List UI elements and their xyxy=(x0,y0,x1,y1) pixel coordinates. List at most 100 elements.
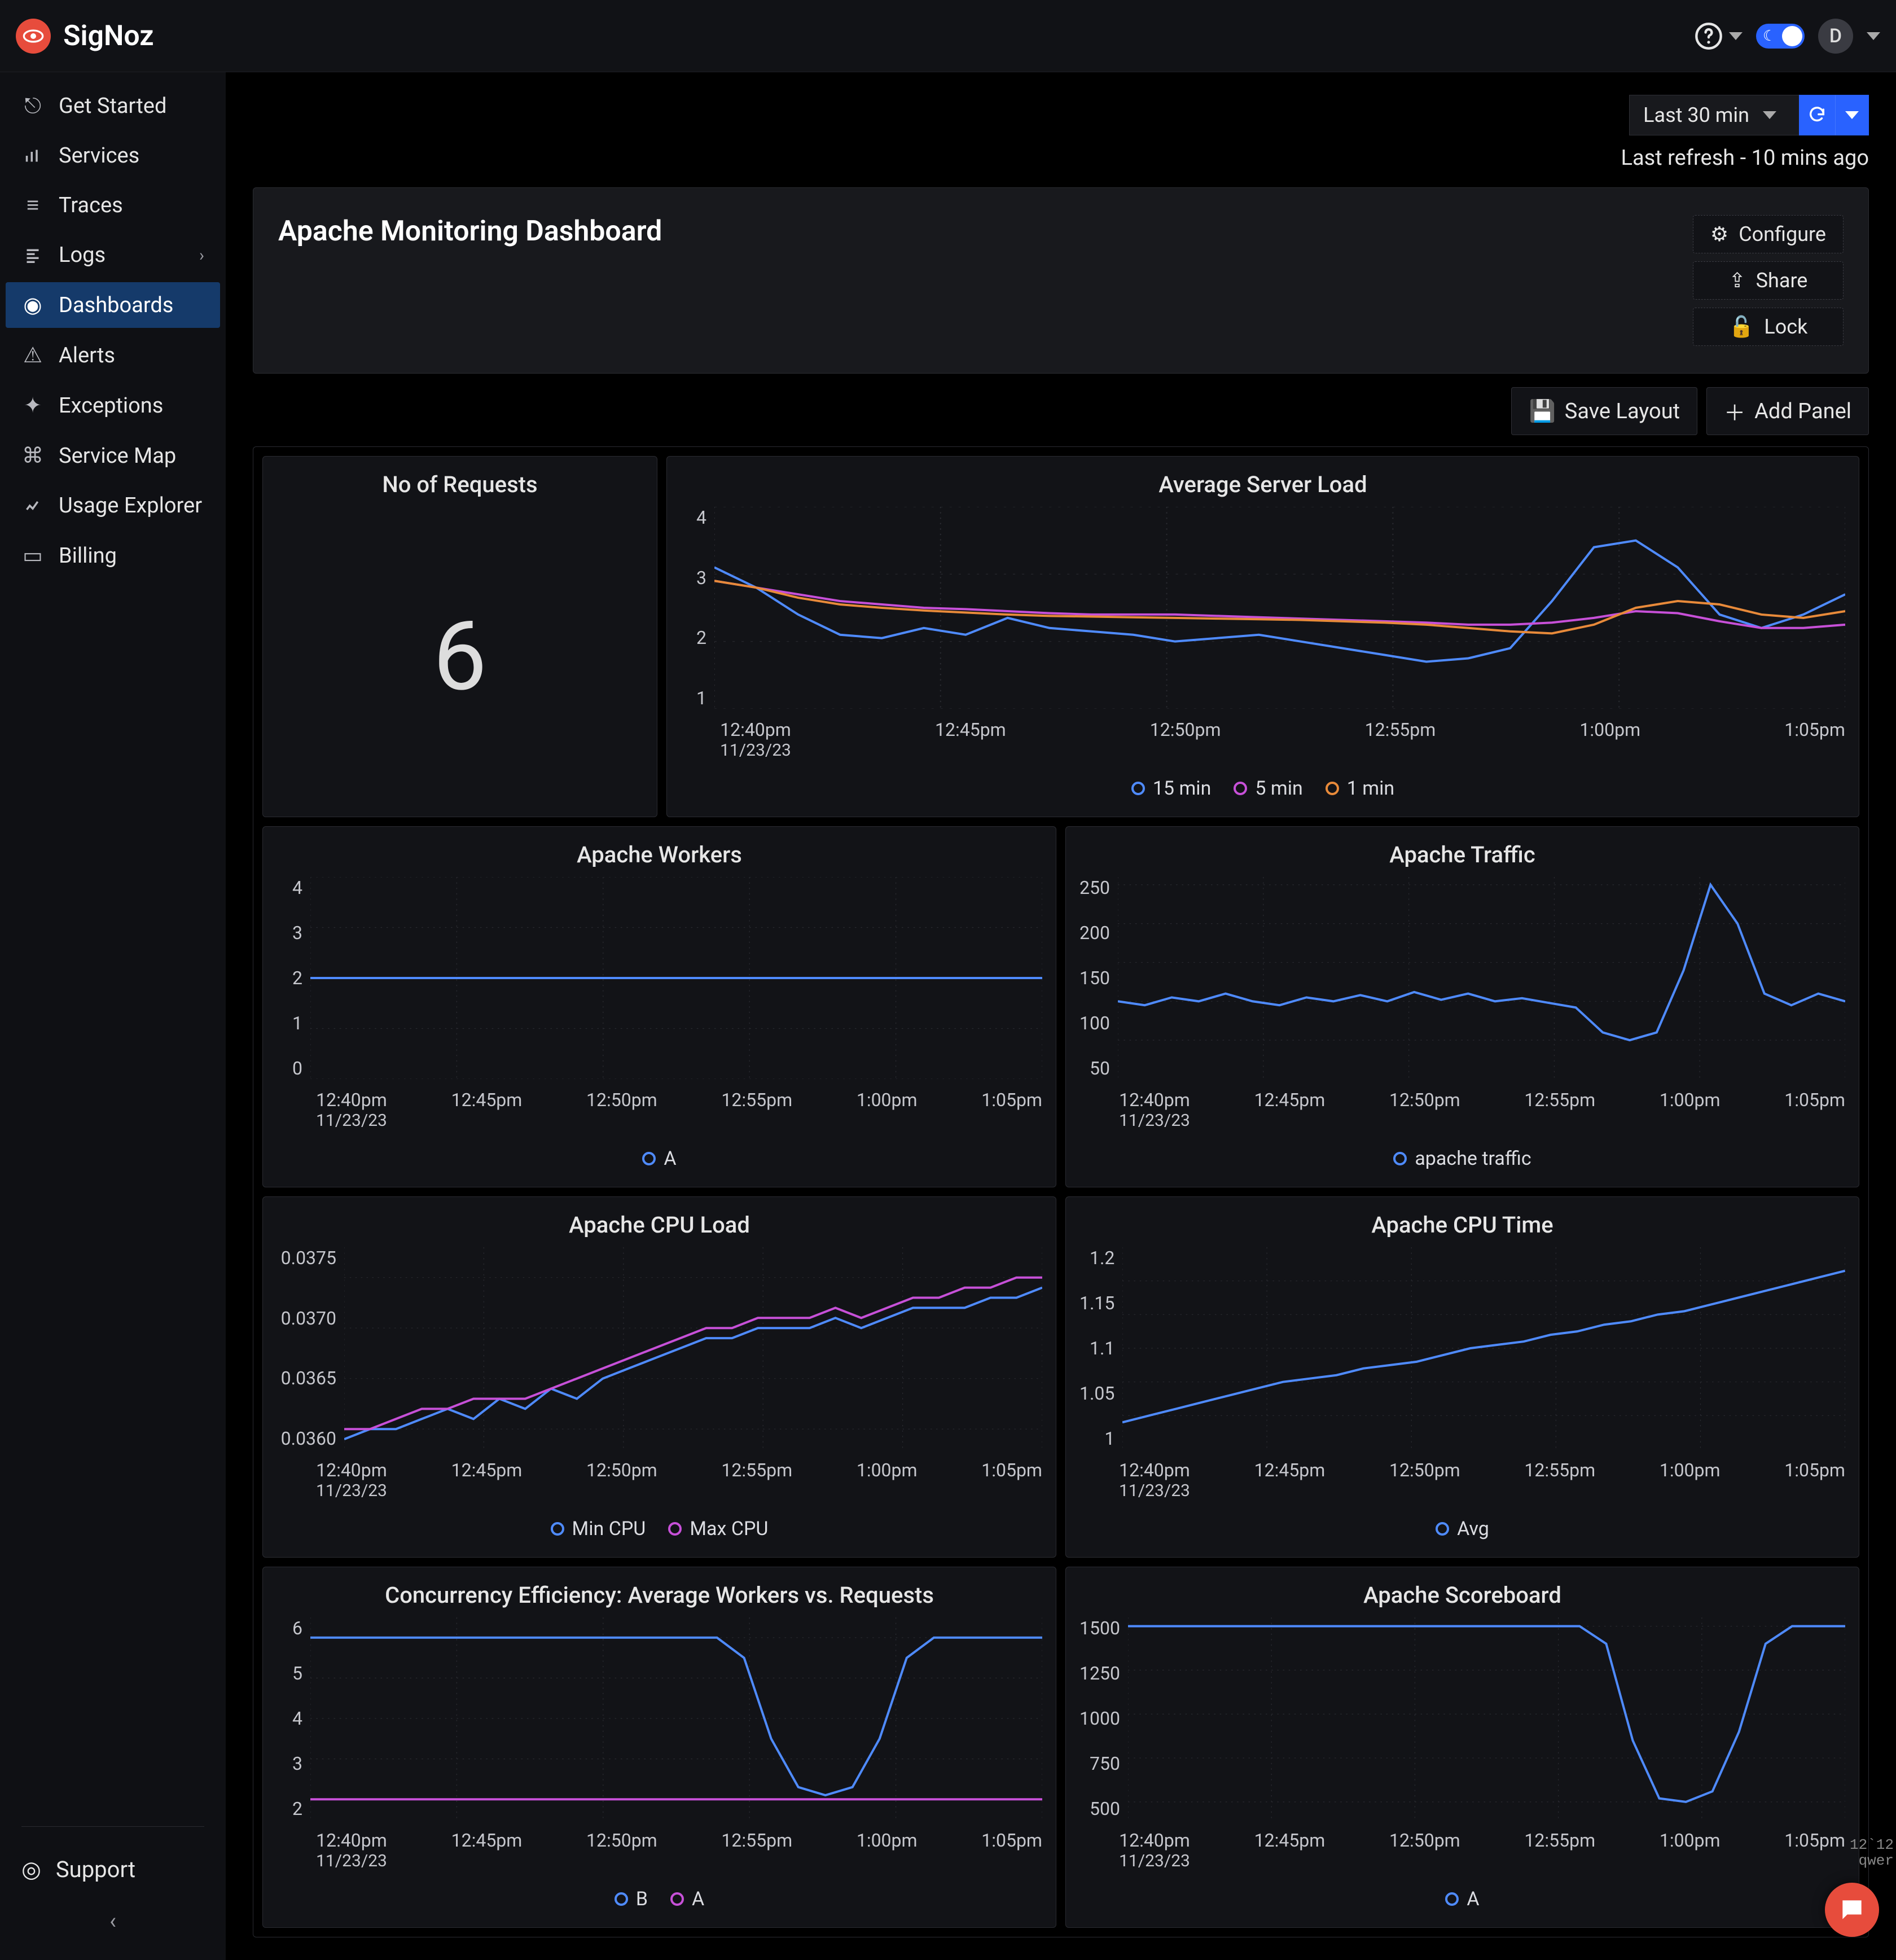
x-tick: 12:40pm11/23/23 xyxy=(1119,1459,1190,1501)
x-tick: 12:55pm xyxy=(1365,719,1436,760)
x-tick: 12:50pm xyxy=(1389,1089,1460,1130)
legend-item[interactable]: A xyxy=(1445,1888,1479,1910)
y-tick: 150 xyxy=(1079,967,1110,989)
x-tick: 1:00pm xyxy=(1579,719,1640,760)
x-tick: 1:00pm xyxy=(1660,1459,1721,1501)
legend-item[interactable]: Min CPU xyxy=(551,1518,646,1540)
chat-widget-button[interactable] xyxy=(1825,1883,1879,1937)
brand-name: SigNoz xyxy=(63,20,154,52)
legend-item[interactable]: 15 min xyxy=(1131,777,1212,800)
sidebar-item-services[interactable]: Services xyxy=(6,133,220,178)
x-tick: 12:50pm xyxy=(586,1089,657,1130)
refresh-interval-dropdown[interactable] xyxy=(1835,95,1869,135)
x-tick: 12:40pm11/23/23 xyxy=(1119,1830,1190,1871)
legend-item[interactable]: A xyxy=(670,1888,704,1910)
user-avatar[interactable]: D xyxy=(1818,19,1853,54)
sidebar-item-traces[interactable]: ≡ Traces xyxy=(6,183,220,228)
plot xyxy=(344,1247,1042,1449)
x-tick: 12:40pm11/23/23 xyxy=(316,1830,387,1871)
add-panel-button[interactable]: ＋ Add Panel xyxy=(1706,387,1869,435)
help-dropdown[interactable] xyxy=(1694,21,1743,51)
share-button[interactable]: ⇪ Share xyxy=(1693,261,1844,300)
panel-apache-workers[interactable]: Apache Workers4321012:40pm11/23/2312:45p… xyxy=(262,826,1056,1187)
time-range-select[interactable]: Last 30 min xyxy=(1629,95,1799,135)
legend-item[interactable]: 5 min xyxy=(1234,777,1302,800)
y-tick: 500 xyxy=(1079,1798,1120,1819)
panel-title: Apache CPU Load xyxy=(265,1208,1054,1247)
sidebar-item-exceptions[interactable]: ✦ Exceptions xyxy=(6,383,220,428)
moon-icon: ☾ xyxy=(1763,28,1776,45)
series-b xyxy=(310,1638,1042,1795)
legend-item[interactable]: Avg xyxy=(1436,1518,1489,1540)
x-tick: 12:55pm xyxy=(1524,1830,1595,1871)
plot xyxy=(1118,877,1845,1079)
panel-grid: No of Requests 6 Average Server Load4321… xyxy=(253,446,1869,1937)
plot xyxy=(310,1617,1042,1819)
legend-marker-icon xyxy=(1326,782,1339,795)
sidebar-item-service-map[interactable]: ⌘ Service Map xyxy=(6,433,220,479)
legend-label: Min CPU xyxy=(572,1518,646,1540)
x-tick: 1:05pm xyxy=(1784,719,1845,760)
panel-apache-scoreboard[interactable]: Apache Scoreboard15001250100075050012:40… xyxy=(1065,1567,1859,1928)
sidebar-item-support[interactable]: ◎ Support xyxy=(6,1846,220,1893)
panel-avg-server-load[interactable]: Average Server Load432112:40pm11/23/2312… xyxy=(666,456,1859,817)
legend-item[interactable]: apache traffic xyxy=(1393,1147,1531,1170)
x-tick: 12:45pm xyxy=(451,1459,523,1501)
y-tick: 0.0365 xyxy=(276,1367,336,1389)
sidebar-item-label: Service Map xyxy=(59,444,176,468)
panel-apache-cpu-time[interactable]: Apache CPU Time1.21.151.11.05112:40pm11/… xyxy=(1065,1196,1859,1558)
bar-chart-icon xyxy=(21,148,44,164)
x-tick: 1:00pm xyxy=(1660,1089,1721,1130)
panel-title: Apache Scoreboard xyxy=(1068,1578,1856,1617)
sidebar-item-billing[interactable]: ▭ Billing xyxy=(6,533,220,578)
layout-actions: 💾 Save Layout ＋ Add Panel xyxy=(226,374,1896,435)
share-icon: ⇪ xyxy=(1728,269,1745,292)
sidebar-item-usage-explorer[interactable]: Usage Explorer xyxy=(6,483,220,528)
refresh-icon xyxy=(1807,106,1827,125)
legend: Avg xyxy=(1068,1501,1856,1546)
chevron-down-icon xyxy=(1763,111,1776,119)
legend-marker-icon xyxy=(1445,1892,1459,1906)
y-tick: 4 xyxy=(276,1708,302,1729)
legend-item[interactable]: A xyxy=(642,1147,676,1170)
panel-concurrency-efficiency[interactable]: Concurrency Efficiency: Average Workers … xyxy=(262,1567,1056,1928)
sidebar-item-dashboards[interactable]: ◉ Dashboards xyxy=(6,282,220,328)
x-tick: 12:55pm xyxy=(1524,1459,1595,1501)
sidebar-item-alerts[interactable]: ⚠ Alerts xyxy=(6,332,220,378)
button-label: Lock xyxy=(1764,315,1807,339)
y-axis: 65432 xyxy=(276,1617,310,1819)
y-tick: 3 xyxy=(276,1753,302,1774)
series-apache-traffic xyxy=(1118,885,1845,1040)
chevron-left-icon: ‹ xyxy=(109,1908,116,1934)
x-axis: 12:40pm11/23/2312:45pm12:50pm12:55pm1:00… xyxy=(265,1079,1054,1130)
sidebar-item-logs[interactable]: Logs › xyxy=(6,233,220,278)
panel-no-of-requests[interactable]: No of Requests 6 xyxy=(262,456,657,817)
unlock-icon: 🔓 xyxy=(1729,315,1754,339)
legend-item[interactable]: 1 min xyxy=(1326,777,1394,800)
sidebar-item-get-started[interactable]: ⎋ Get Started xyxy=(6,84,220,129)
y-tick: 250 xyxy=(1079,877,1110,898)
panel-title: Apache Workers xyxy=(265,838,1054,877)
chart-area: 43210 xyxy=(265,877,1054,1079)
configure-button[interactable]: ⚙ Configure xyxy=(1693,215,1844,253)
panel-apache-cpu-load[interactable]: Apache CPU Load0.03750.03700.03650.03601… xyxy=(262,1196,1056,1558)
sidebar-item-label: Services xyxy=(59,143,139,168)
help-icon xyxy=(1694,21,1723,51)
legend-item[interactable]: B xyxy=(615,1888,648,1910)
stat-value: 6 xyxy=(265,507,655,805)
bell-icon: ⚠ xyxy=(21,343,44,368)
lock-button[interactable]: 🔓 Lock xyxy=(1693,308,1844,346)
save-layout-button[interactable]: 💾 Save Layout xyxy=(1511,387,1697,435)
x-tick: 1:00pm xyxy=(857,1830,918,1871)
theme-toggle[interactable]: ☾ xyxy=(1756,24,1805,49)
sidebar-collapse-button[interactable]: ‹ xyxy=(104,1902,122,1940)
time-controls: Last 30 min xyxy=(1629,95,1869,135)
panel-apache-traffic[interactable]: Apache Traffic2502001501005012:40pm11/23… xyxy=(1065,826,1859,1187)
save-icon: 💾 xyxy=(1529,399,1555,424)
refresh-button[interactable] xyxy=(1799,95,1835,135)
y-tick: 1 xyxy=(276,1012,302,1034)
y-tick: 2 xyxy=(681,627,706,648)
legend-item[interactable]: Max CPU xyxy=(668,1518,768,1540)
time-toolbar: Last 30 min Last refresh - 10 mins ago xyxy=(226,72,1896,176)
chevron-down-icon[interactable] xyxy=(1867,32,1880,40)
